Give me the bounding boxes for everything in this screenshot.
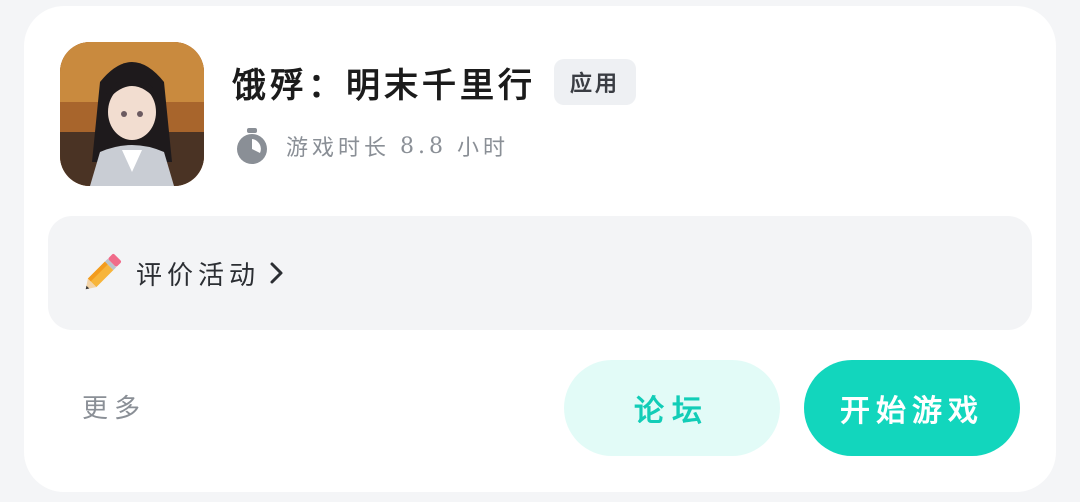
game-title[interactable]: 饿殍：明末千里行 xyxy=(232,58,536,107)
stopwatch-icon xyxy=(237,128,267,164)
pencil-icon xyxy=(85,254,121,290)
start-game-button[interactable]: 开始游戏 xyxy=(804,360,1020,456)
game-card: 饿殍：明末千里行 应用 游戏时长 8.8 小时 评价活动 更多 论坛 开始游戏 xyxy=(24,6,1056,492)
type-tag: 应用 xyxy=(554,59,637,105)
more-button[interactable]: 更多 xyxy=(82,388,146,425)
chevron-right-icon xyxy=(270,262,283,284)
playtime-unit: 小时 xyxy=(457,136,510,161)
forum-button-label: 论坛 xyxy=(634,394,710,429)
title-row: 饿殍：明末千里行 应用 xyxy=(232,58,637,107)
playtime-row: 游戏时长 8.8 小时 xyxy=(232,124,509,168)
playtime-label: 游戏时长 xyxy=(286,136,391,161)
game-icon[interactable] xyxy=(60,42,204,186)
forum-button[interactable]: 论坛 xyxy=(564,360,780,456)
review-activity-entry[interactable]: 评价活动 xyxy=(48,216,1032,330)
game-cover-art xyxy=(60,42,204,186)
start-game-button-label: 开始游戏 xyxy=(840,394,984,429)
playtime-value: 8.8 xyxy=(400,133,448,159)
review-activity-label: 评价活动 xyxy=(136,260,261,291)
